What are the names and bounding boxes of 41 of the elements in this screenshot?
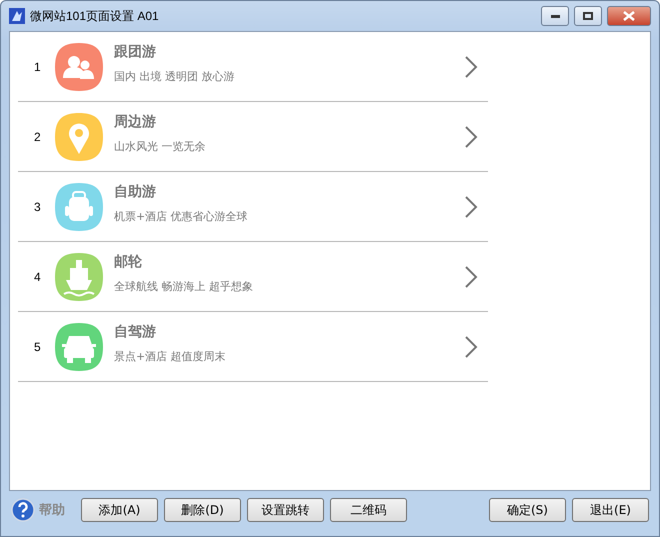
item-subtitle: 全球航线 畅游海上 超乎想象 — [114, 279, 254, 294]
maximize-button[interactable] — [574, 6, 602, 26]
help-icon[interactable] — [11, 498, 35, 522]
item-number: 5 — [34, 340, 42, 354]
chevron-right-icon — [464, 54, 478, 78]
chevron-right-icon — [464, 194, 478, 218]
item-number: 2 — [34, 130, 42, 144]
app-icon — [9, 8, 25, 24]
close-button[interactable] — [607, 6, 651, 26]
chevron-right-icon — [464, 264, 478, 288]
item-number: 3 — [34, 200, 42, 214]
maximize-icon — [583, 12, 593, 20]
chevron-right-icon — [464, 334, 478, 358]
list-item[interactable]: 4 邮轮 全球航线 畅游海上 超乎想象 — [18, 242, 488, 312]
item-subtitle: 机票+酒店 优惠省心游全球 — [114, 209, 249, 224]
minimize-button[interactable] — [541, 6, 569, 26]
list-item[interactable]: 3 自助游 机票+酒店 优惠省心游全球 — [18, 172, 488, 242]
minimize-icon — [550, 14, 560, 18]
list-item[interactable]: 2 周边游 山水风光 一览无余 — [18, 102, 488, 172]
item-number: 1 — [34, 60, 42, 74]
item-subtitle: 山水风光 一览无余 — [114, 139, 206, 154]
help-label: 帮助 — [39, 502, 65, 519]
item-title: 自驾游 — [114, 323, 157, 341]
dialog-button[interactable]: 退出(E) — [572, 498, 649, 522]
item-title: 周边游 — [114, 113, 157, 131]
list-item[interactable]: 5 自驾游 景点+酒店 超值度周末 — [18, 312, 488, 382]
dialog-button[interactable]: 确定(S) — [489, 498, 566, 522]
item-title: 跟团游 — [114, 43, 157, 61]
toolbar-button[interactable]: 设置跳转 — [247, 498, 324, 522]
item-title: 邮轮 — [114, 253, 143, 271]
item-title: 自助游 — [114, 183, 157, 201]
item-subtitle: 国内 出境 透明团 放心游 — [114, 69, 236, 84]
chevron-right-icon — [464, 124, 478, 148]
item-number: 4 — [34, 270, 42, 284]
toolbar-button[interactable]: 二维码 — [330, 498, 407, 522]
list-item[interactable]: 1 跟团游 国内 出境 透明团 放心游 — [18, 32, 488, 102]
toolbar-button[interactable]: 删除(D) — [164, 498, 241, 522]
item-subtitle: 景点+酒店 超值度周末 — [114, 349, 227, 364]
close-icon — [623, 11, 635, 21]
toolbar-button[interactable]: 添加(A) — [81, 498, 158, 522]
window-title: 微网站101页面设置 A01 — [30, 8, 160, 24]
